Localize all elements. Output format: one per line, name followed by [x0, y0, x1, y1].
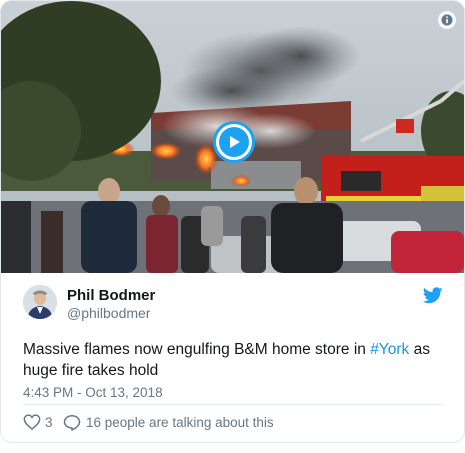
info-glyph — [441, 14, 453, 26]
like-count: 3 — [45, 414, 53, 430]
heart-icon — [23, 414, 41, 430]
bird-glyph — [422, 287, 443, 304]
talking-about-text: 16 people are talking about this — [86, 414, 274, 430]
play-triangle — [230, 136, 240, 148]
author-handle[interactable]: @philbodmer — [67, 305, 150, 321]
avatar[interactable] — [23, 285, 57, 319]
tweet-timestamp[interactable]: 4:43 PM - Oct 13, 2018 — [23, 385, 163, 400]
author-name[interactable]: Phil Bodmer — [67, 287, 155, 304]
play-icon — [219, 127, 249, 157]
video-thumbnail[interactable] — [1, 1, 464, 273]
reply-bubble-icon — [63, 414, 81, 431]
divider — [23, 404, 442, 405]
talking-about-link[interactable]: 16 people are talking about this — [63, 411, 274, 433]
info-icon[interactable] — [438, 11, 456, 29]
tweet-author[interactable]: Phil Bodmer @philbodmer — [23, 285, 443, 325]
twitter-bird-icon[interactable] — [422, 287, 443, 309]
hashtag-link[interactable]: #York — [370, 341, 409, 358]
like-button[interactable]: 3 — [23, 411, 53, 433]
tweet-actions: 3 16 people are talking about this — [23, 411, 442, 433]
play-button[interactable] — [213, 121, 255, 163]
tweet-text-part: Massive flames now engulfing B&M home st… — [23, 341, 371, 358]
avatar-image — [23, 285, 57, 319]
tweet-text: Massive flames now engulfing B&M home st… — [23, 339, 448, 381]
embedded-tweet-card: Phil Bodmer @philbodmer Massive flames n… — [0, 0, 465, 443]
